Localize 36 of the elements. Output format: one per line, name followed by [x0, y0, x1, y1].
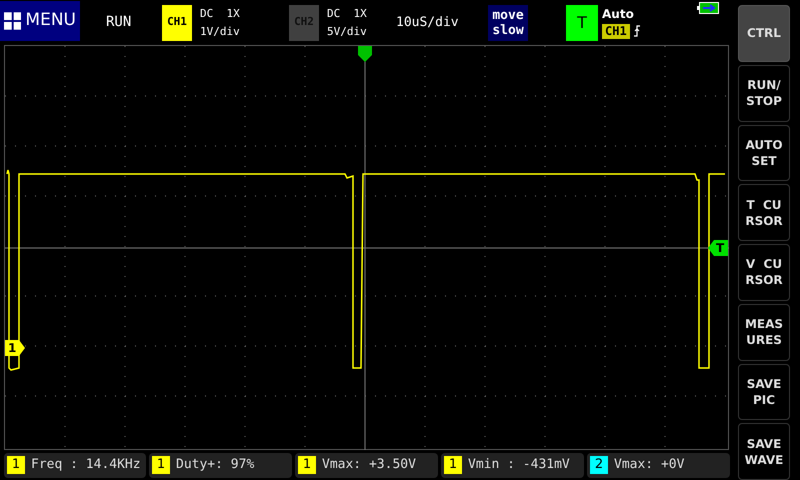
trigger-badge[interactable]: T [566, 4, 598, 40]
battery-icon [696, 2, 719, 14]
trigger-source-badge: CH1 [602, 24, 630, 38]
measurement-reading: Duty+: 97% [176, 456, 254, 474]
side-menu-button[interactable]: CTRL [738, 5, 790, 62]
measurement-reading: Vmax: +3.50V [322, 456, 416, 474]
channel-number-badge: 2 [590, 456, 608, 474]
trigger-level-marker: T [708, 240, 728, 256]
coupling-label: DC 1X [200, 6, 240, 22]
channel-level-marker: 1 [5, 340, 25, 356]
trigger-position-marker [358, 46, 372, 62]
grid-icon [4, 12, 22, 30]
coupling-label: DC 1X [327, 6, 367, 22]
channel-number-badge: 1 [444, 456, 462, 474]
rising-edge-icon [634, 25, 641, 37]
side-menu-button[interactable]: MEAS URES [738, 304, 790, 360]
channel-number-badge: 1 [152, 456, 170, 474]
side-menu-button[interactable]: AUTO SET [738, 124, 790, 182]
side-menu-button[interactable]: SAVE PIC [738, 364, 790, 420]
channel-badge[interactable]: CH1 [162, 4, 192, 40]
side-menu-button[interactable]: V CU RSOR [738, 244, 790, 301]
run-status: RUN [106, 13, 132, 32]
measurement-reading: Vmin : -431mV [468, 456, 570, 474]
side-menu-button[interactable]: RUN/ STOP [738, 64, 790, 122]
volts-per-div: 1V/div [200, 24, 240, 40]
channel-number-badge: 1 [7, 456, 25, 474]
measurement-reading: Vmax: +0V [614, 456, 684, 474]
timebase-label: 10uS/div [396, 14, 460, 32]
volts-per-div: 5V/div [327, 24, 367, 40]
trigger-mode: Auto [602, 6, 635, 20]
measurement-reading: Freq : 14.4KHz [31, 456, 141, 474]
channel-number-badge: 1 [298, 456, 316, 474]
side-menu-button[interactable]: T CU RSOR [738, 184, 790, 241]
move-speed-button[interactable]: move slow [488, 4, 528, 40]
menu-button[interactable]: MENU [0, 0, 80, 40]
side-menu-button[interactable]: SAVE WAVE [738, 423, 790, 480]
